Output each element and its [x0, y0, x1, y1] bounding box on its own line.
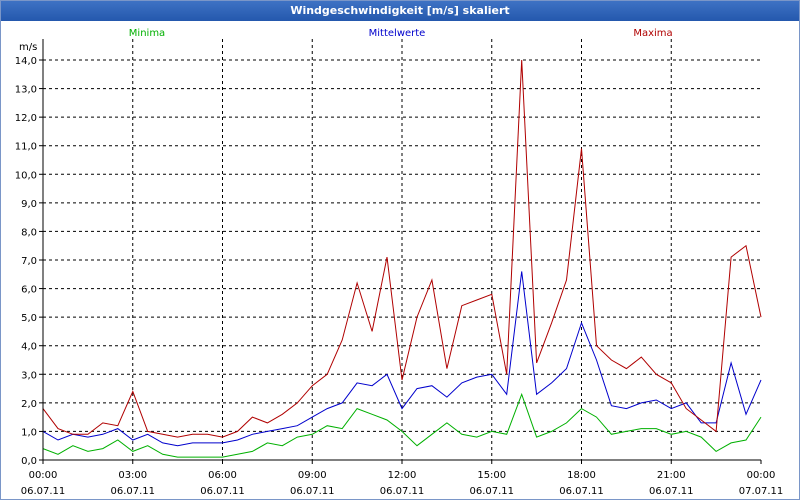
- chart-window: Windgeschwindigkeit [m/s] skaliert 0,0 1,…: [0, 0, 800, 500]
- x-tick-date: 06.07.11: [649, 486, 694, 497]
- y-tick-label: 9,0: [21, 199, 37, 210]
- y-tick-label: 7,0: [21, 256, 37, 267]
- x-tick-time: 00:00: [29, 470, 58, 481]
- x-tick-time: 15:00: [477, 470, 506, 481]
- y-tick-label: 10,0: [15, 170, 37, 181]
- y-tick-label: 8,0: [21, 227, 37, 238]
- y-tick-label: 12,0: [15, 113, 37, 124]
- y-tick-label: 13,0: [15, 85, 37, 96]
- chart-canvas: 0,0 1,0 2,0 3,0 4,0 5,0 6,0 7,0 8,0 9,0 10,0 11,0 12…: [15, 28, 784, 497]
- x-tick-date: 06.07.11: [380, 486, 425, 497]
- y-tick-label: 1,0: [21, 427, 37, 438]
- x-tick-time: 12:00: [388, 470, 417, 481]
- x-tick-time: 00:00: [747, 470, 776, 481]
- y-tick-label: 4,0: [21, 342, 37, 353]
- x-tick-date: 06.07.11: [200, 486, 245, 497]
- y-tick-label: 0,0: [21, 456, 37, 467]
- x-tick-date: 06.07.11: [110, 486, 155, 497]
- y-tick-label: 2,0: [21, 399, 37, 410]
- y-axis-unit: m/s: [19, 42, 37, 53]
- x-tick-date: 06.07.11: [290, 486, 335, 497]
- x-tick-time: 21:00: [657, 470, 686, 481]
- x-tick-time: 06:00: [208, 470, 237, 481]
- y-tick-label: 6,0: [21, 285, 37, 296]
- legend-mittelwerte: Mittelwerte: [369, 28, 426, 39]
- x-tick-date: 07.07.11: [739, 486, 784, 497]
- series-line-maxima: [42, 59, 762, 438]
- y-tick-label: 5,0: [21, 313, 37, 324]
- x-tick-date: 06.07.11: [469, 486, 514, 497]
- legend-maxima: Maxima: [633, 28, 672, 39]
- x-tick-time: 03:00: [118, 470, 147, 481]
- x-tick-time: 18:00: [567, 470, 596, 481]
- y-tick-label: 3,0: [21, 370, 37, 381]
- x-tick-date: 06.07.11: [21, 486, 66, 497]
- x-tick-time: 09:00: [298, 470, 327, 481]
- y-tick-label: 14,0: [15, 56, 37, 67]
- x-tick-date: 06.07.11: [559, 486, 604, 497]
- legend-minima: Minima: [129, 28, 165, 39]
- y-tick-label: 11,0: [15, 142, 37, 153]
